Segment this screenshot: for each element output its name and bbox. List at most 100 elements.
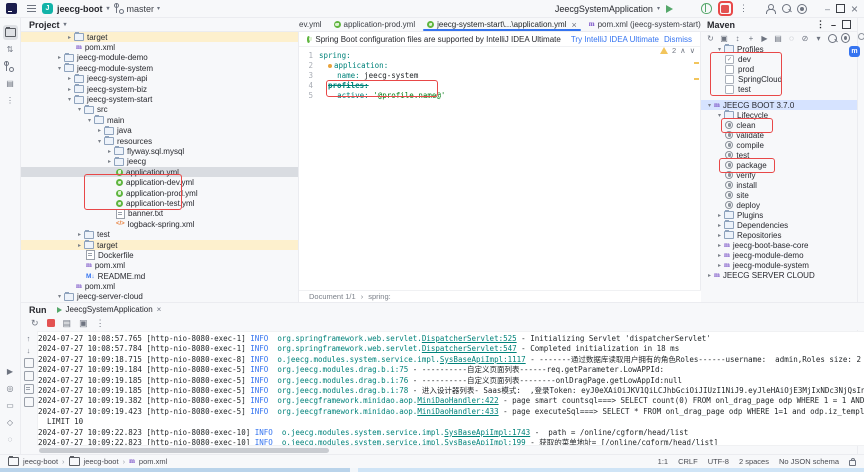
stacktrace-link[interactable]: SysBaseApiImpl:1743 <box>444 428 530 437</box>
tree-item[interactable]: ▸target <box>21 240 298 250</box>
tree-item[interactable]: ▸Plugins <box>701 210 857 220</box>
services-icon[interactable]: ◇ <box>7 418 13 427</box>
tree-item[interactable]: ▸java <box>21 126 298 136</box>
status-breadcrumb[interactable]: jeecg-boot <box>84 457 119 466</box>
chevron-right-icon[interactable]: ▸ <box>715 232 724 239</box>
services-icon[interactable]: ◇ <box>3 415 18 430</box>
skip-tests-icon[interactable]: ⊘ <box>802 34 809 43</box>
soft-wrap-icon[interactable] <box>24 358 34 368</box>
code-line[interactable]: 5 active: '@profile.name@' <box>299 91 700 101</box>
branch-icon[interactable] <box>3 59 18 74</box>
tree-item[interactable]: ▸flyway.sql.mysql <box>21 146 298 156</box>
tree-item[interactable]: ▾jeecg-server-cloud <box>21 292 298 302</box>
scroll-down-icon[interactable]: ↓ <box>27 346 31 355</box>
commit-icon[interactable]: ⇅ <box>7 45 14 54</box>
chevron-right-icon[interactable]: ▸ <box>715 222 724 229</box>
checkbox[interactable] <box>725 65 734 74</box>
chevron-right-icon[interactable]: ▸ <box>65 75 74 82</box>
chevron-right-icon[interactable]: ▸ <box>75 231 84 238</box>
notifications-icon[interactable]: ◌ <box>8 435 13 444</box>
chevron-right-icon[interactable]: ▸ <box>715 252 724 259</box>
tree-item[interactable]: ✓dev <box>701 54 857 64</box>
tree-item[interactable]: </>logback-spring.xml <box>21 219 298 229</box>
more-icon[interactable]: ⋮ <box>739 3 748 14</box>
chevron-right-icon[interactable]: ▸ <box>715 242 724 249</box>
project-panel-header[interactable]: Project ▾ <box>21 18 299 32</box>
tree-item[interactable]: compile <box>701 140 857 150</box>
layout-icon[interactable] <box>842 20 851 29</box>
build-icon[interactable]: ▣ <box>79 318 88 329</box>
chevron-right-icon[interactable]: ▸ <box>715 262 724 269</box>
tree-item[interactable]: ▸mJEECG SERVER CLOUD <box>701 270 857 280</box>
scrollbar-thumb[interactable] <box>39 448 329 453</box>
offline-icon[interactable]: ◌ <box>789 34 794 43</box>
stacktrace-link[interactable]: MiniDaoHandler:422 <box>417 396 498 405</box>
lock-icon[interactable] <box>849 460 856 466</box>
stacktrace-link[interactable]: MiniDaoHandler:433 <box>417 407 498 416</box>
chevron-down-icon[interactable]: ▾ <box>95 138 104 145</box>
search-icon[interactable] <box>782 4 791 13</box>
chevron-right-icon[interactable]: ▸ <box>55 54 64 61</box>
tree-item[interactable]: mpom.xml <box>21 261 298 271</box>
tree-item[interactable]: application-prod.yml <box>21 188 298 198</box>
print-icon[interactable] <box>24 384 34 394</box>
tree-item[interactable]: ▸test <box>21 229 298 239</box>
tree-item[interactable]: application-test.yml <box>21 198 298 208</box>
terminal-icon[interactable]: ▭ <box>3 398 18 413</box>
problems-icon[interactable]: ◎ <box>3 381 18 396</box>
editor-tab[interactable]: application-prod.yml <box>328 18 422 31</box>
checkbox[interactable] <box>725 75 734 84</box>
tree-item[interactable]: ▸jeecg <box>21 157 298 167</box>
run-config-selector[interactable]: JeecgSystemApplication ▾ <box>555 4 660 14</box>
run-icon[interactable]: ▶ <box>761 34 767 43</box>
tree-item[interactable]: ▾main <box>21 115 298 125</box>
tree-item[interactable]: prod <box>701 64 857 74</box>
branch-selector[interactable]: master ▾ <box>116 4 161 14</box>
tree-item[interactable]: application.yml <box>21 167 298 177</box>
chevron-down-icon[interactable]: ▾ <box>55 65 64 72</box>
terminal-icon[interactable]: ▭ <box>6 401 14 410</box>
tree-item[interactable]: mpom.xml <box>21 42 298 52</box>
editor-tab[interactable]: jeecg-system-start\...\application.yml× <box>421 18 583 31</box>
status-item[interactable]: UTF-8 <box>708 457 729 466</box>
tree-item[interactable]: ▸mjeecg-boot-base-core <box>701 240 857 250</box>
try-ultimate-link[interactable]: Try IntelliJ IDEA Ultimate <box>571 35 659 44</box>
tree-item[interactable]: ▾jeecg-module-system <box>21 63 298 73</box>
close-button[interactable]: × <box>851 5 858 13</box>
chevron-down-icon[interactable]: ▾ <box>85 117 94 124</box>
next-warning-icon[interactable]: ∨ <box>690 46 696 55</box>
inspection-widget[interactable]: 2 ∧ ∨ <box>660 46 695 55</box>
status-breadcrumb[interactable]: jeecg-boot <box>23 457 58 466</box>
close-icon[interactable]: × <box>572 20 577 30</box>
scroll-up-icon[interactable]: ↑ <box>27 334 31 343</box>
dismiss-link[interactable]: Dismiss <box>664 35 692 44</box>
chevron-down-icon[interactable]: ▾ <box>715 112 724 119</box>
settings-icon[interactable] <box>841 33 850 43</box>
chevron-right-icon[interactable]: ▸ <box>75 242 84 249</box>
project-icon[interactable] <box>5 28 16 37</box>
tree-item[interactable]: ▾Lifecycle <box>701 110 857 120</box>
code-line[interactable]: 1spring: <box>299 51 700 61</box>
tree-item[interactable]: verify <box>701 170 857 180</box>
warning-stripe-mark[interactable] <box>694 78 699 80</box>
sort-icon[interactable]: ↕ <box>736 34 740 43</box>
status-item[interactable]: CRLF <box>678 457 698 466</box>
notifications-icon[interactable] <box>858 33 864 40</box>
chevron-right-icon[interactable]: ▸ <box>65 34 74 41</box>
tree-item[interactable]: ▸target <box>21 32 298 42</box>
main-menu-icon[interactable] <box>27 5 36 12</box>
branch-icon[interactable] <box>6 62 14 71</box>
run-tool-icon[interactable]: ▶ <box>7 367 13 376</box>
stacktrace-link[interactable]: SysBaseApiImpl:1117 <box>440 355 526 364</box>
chevron-down-icon[interactable]: ▾ <box>705 102 714 109</box>
tree-item[interactable]: SpringCloud <box>701 74 857 84</box>
chevron-right-icon[interactable]: ▸ <box>95 127 104 134</box>
commit-icon[interactable]: ⇅ <box>3 42 18 57</box>
checkbox[interactable] <box>725 85 734 94</box>
notifications-icon[interactable]: ◌ <box>3 432 18 447</box>
stacktrace-link[interactable]: SysBaseApiImpl:199 <box>444 438 525 446</box>
stacktrace-link[interactable]: DispatcherServlet:547 <box>422 344 517 353</box>
tree-item[interactable]: ▸mjeecg-module-demo <box>701 250 857 260</box>
console-hscrollbar[interactable] <box>37 448 857 453</box>
tree-item[interactable]: ▾src <box>21 105 298 115</box>
